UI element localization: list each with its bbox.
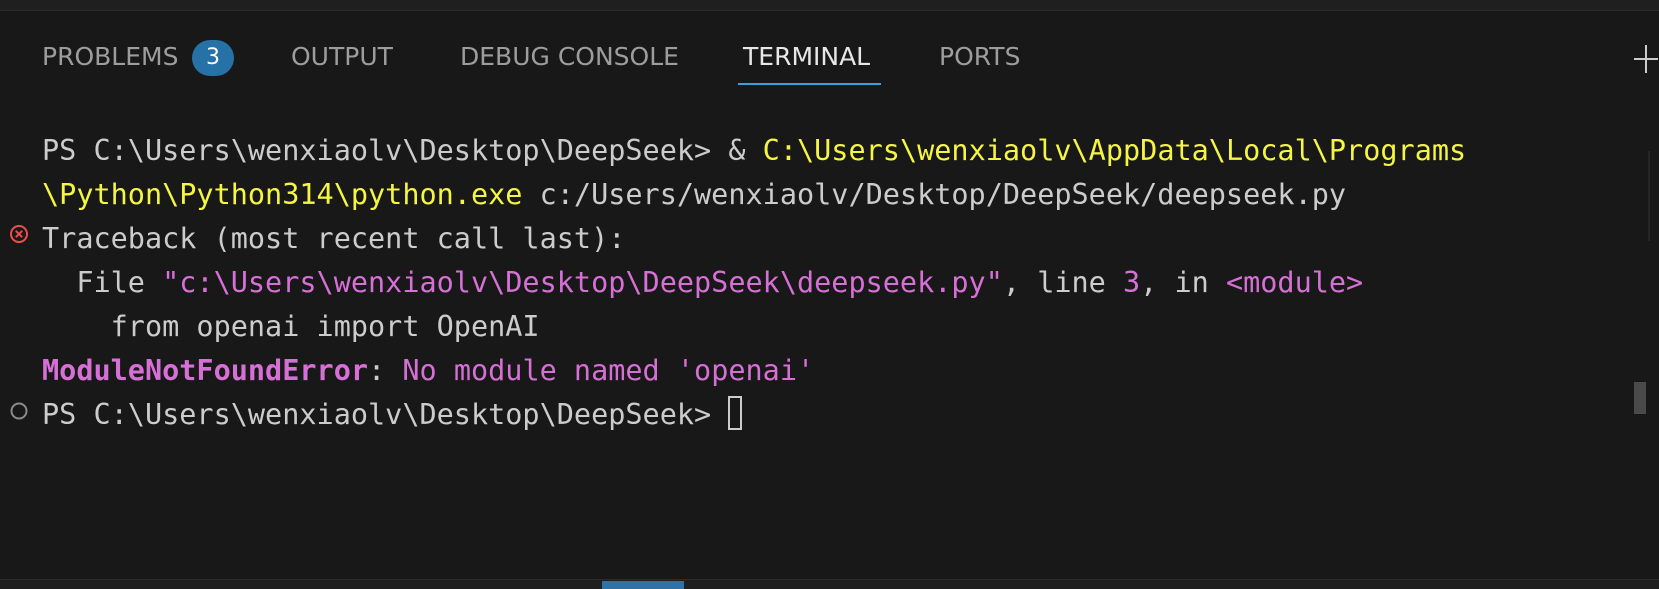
executable-path-continued: \Python\Python314\python.exe	[42, 178, 523, 211]
file-prefix: File	[42, 266, 163, 299]
error-name: ModuleNotFoundError	[42, 354, 369, 387]
overview-ruler-mark	[1648, 151, 1650, 241]
script-argument: c:/Users/wenxiaolv/Desktop/DeepSeek/deep…	[522, 178, 1347, 211]
scrollbar-thumb[interactable]	[1634, 382, 1646, 414]
file-path[interactable]: "c:\Users\wenxiaolv\Desktop\DeepSeek\dee…	[162, 266, 1003, 299]
error-separator: :	[368, 354, 403, 387]
terminal-line-traceback: Traceback (most recent call last):	[42, 222, 626, 255]
sash-indicator[interactable]	[602, 581, 684, 589]
terminal-line-prompt: PS C:\Users\wenxiaolv\Desktop\DeepSeek>	[42, 393, 743, 437]
line-number: 3	[1122, 266, 1141, 299]
active-tab-indicator	[738, 83, 881, 85]
terminal-cursor	[728, 396, 743, 430]
in-label: , in	[1140, 266, 1226, 299]
terminal-output[interactable]: PS C:\Users\wenxiaolv\Desktop\DeepSeek> …	[0, 129, 1630, 489]
problems-count-badge: 3	[192, 40, 234, 76]
terminal-line-command-wrap: \Python\Python314\python.exe c:/Users/we…	[42, 173, 1346, 217]
panel-top-border	[0, 0, 1659, 11]
prompt-text: PS C:\Users\wenxiaolv\Desktop\DeepSeek>	[42, 398, 729, 431]
tab-terminal[interactable]: TERMINAL	[743, 42, 870, 72]
executable-path: C:\Users\wenxiaolv\AppData\Local\Program…	[762, 134, 1467, 167]
command-circle-icon[interactable]	[9, 401, 29, 421]
tab-debug-console[interactable]: DEBUG CONSOLE	[460, 42, 679, 72]
error-circle-icon[interactable]	[9, 224, 29, 244]
tab-problems[interactable]: PROBLEMS	[42, 42, 178, 72]
module-name: <module>	[1225, 266, 1364, 299]
terminal-line-error: ModuleNotFoundError: No module named 'op…	[42, 349, 814, 393]
call-operator: &	[728, 134, 763, 167]
prompt-text: PS C:\Users\wenxiaolv\Desktop\DeepSeek>	[42, 134, 729, 167]
tab-output[interactable]: OUTPUT	[291, 42, 393, 72]
line-label: , line	[1002, 266, 1123, 299]
terminal-line-code: from openai import OpenAI	[42, 310, 540, 343]
panel-tabs: PROBLEMS 3 OUTPUT DEBUG CONSOLE TERMINAL…	[0, 11, 1600, 93]
error-message: No module named 'openai'	[402, 354, 815, 387]
tab-ports[interactable]: PORTS	[939, 42, 1020, 72]
panel-bottom-border	[0, 579, 1659, 589]
terminal-line-command: PS C:\Users\wenxiaolv\Desktop\DeepSeek> …	[42, 129, 1466, 173]
terminal-line-file: File "c:\Users\wenxiaolv\Desktop\DeepSee…	[42, 261, 1363, 305]
plus-icon[interactable]	[1634, 41, 1658, 77]
terminal-panel: PROBLEMS 3 OUTPUT DEBUG CONSOLE TERMINAL…	[0, 11, 1659, 579]
